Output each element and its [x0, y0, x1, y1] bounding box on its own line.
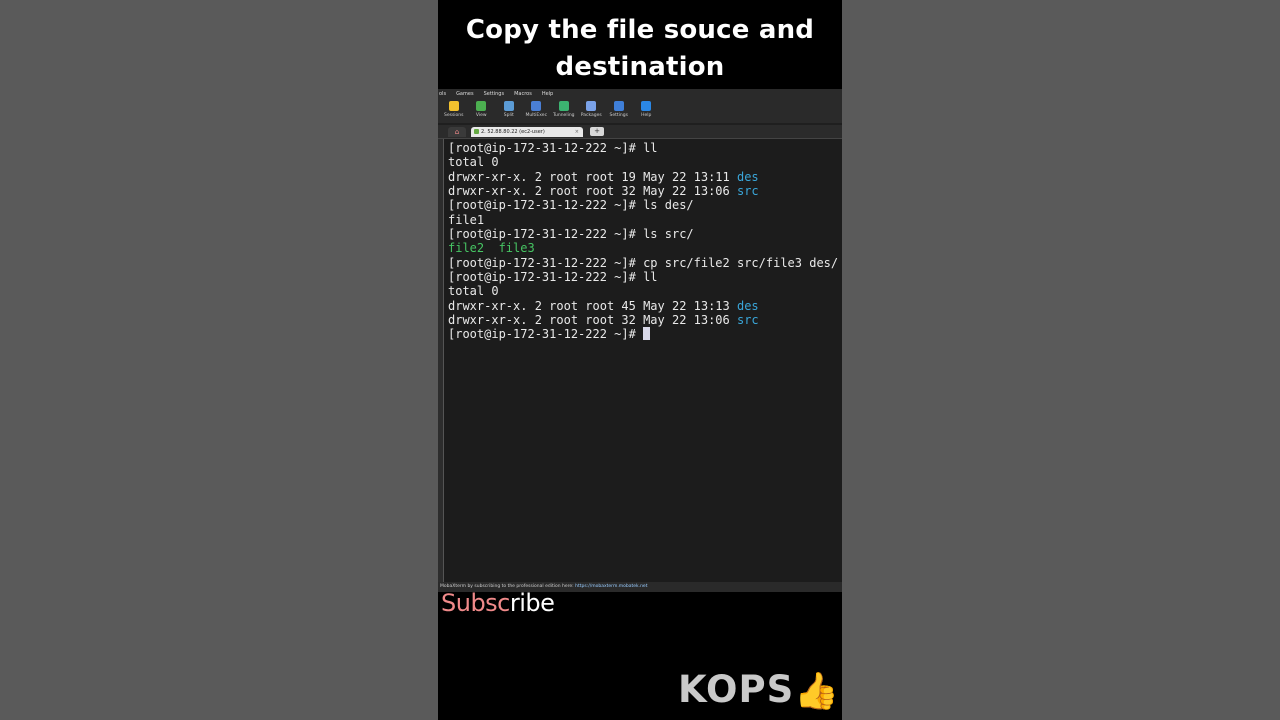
subscribe-overlay: Subscribe: [441, 589, 555, 617]
video-frame: Copy the file souce and destination ols G…: [438, 0, 842, 720]
toolbar-help-button[interactable]: Help: [633, 99, 661, 118]
terminal-text: [root@ip-172-31-12-222 ~]# ll: [448, 141, 658, 155]
toolbar: Sessions View Split MultiExec Tunneling Packa…: [438, 99, 842, 123]
fork-icon: [531, 101, 542, 111]
menu-item-ols[interactable]: ols: [438, 91, 447, 97]
new-tab-button[interactable]: +: [590, 127, 604, 136]
terminal-line: file2 file3: [448, 241, 838, 255]
terminal-text: drwxr-xr-x. 2 root root 32 May 22 13:06: [448, 313, 737, 328]
terminal-text: [root@ip-172-31-12-222 ~]# ll: [448, 270, 658, 285]
terminal-line: [root@ip-172-31-12-222 ~]# cp src/file2 …: [448, 256, 838, 270]
terminal-line: [root@ip-172-31-12-222 ~]# ls src/: [448, 227, 838, 241]
terminal-cursor: [643, 327, 651, 341]
toolbar-label: Help: [641, 113, 652, 118]
terminal-lines: [root@ip-172-31-12-222 ~]# ll total 0 drwx…: [448, 141, 838, 342]
terminal-text: [root@ip-172-31-12-222 ~]# ls des/: [448, 198, 694, 213]
terminal-line: total 0: [448, 155, 838, 169]
subscribe-rest: ribe: [509, 589, 555, 617]
status-link[interactable]: https://mobaxterm.mobatek.net: [575, 584, 647, 589]
help-icon: [641, 101, 652, 111]
terminal-line: [root@ip-172-31-12-222 ~]# ls des/: [448, 198, 838, 212]
terminal-text: drwxr-xr-x. 2 root root 32 May 22 13:06: [448, 184, 737, 199]
toolbar-label: MultiExec: [525, 113, 548, 118]
terminal-text: drwxr-xr-x. 2 root root 45 May 22 13:13: [448, 298, 737, 313]
toolbar-multiexec-button[interactable]: MultiExec: [523, 99, 551, 118]
brand-watermark: KOPS: [678, 668, 795, 711]
terminal-line: drwxr-xr-x. 2 root root 45 May 22 13:13 …: [448, 299, 838, 313]
terminal-line: drwxr-xr-x. 2 root root 32 May 22 13:06 …: [448, 184, 838, 198]
toolbar-settings-button[interactable]: Settings: [605, 99, 633, 118]
star-icon: [448, 101, 459, 111]
terminal-text: total 0: [448, 155, 499, 170]
terminal-blue-text: des: [736, 169, 759, 184]
toolbar-packages-button[interactable]: Packages: [578, 99, 606, 118]
terminal-output[interactable]: [root@ip-172-31-12-222 ~]# ll total 0 drwx…: [444, 139, 842, 582]
toolbar-label: Settings: [609, 113, 628, 118]
menu-bar: ols Games Settings Macros Help: [438, 89, 842, 99]
terminal-green-text: file2 file3: [448, 241, 535, 256]
close-icon[interactable]: ×: [575, 127, 579, 137]
mobaxterm-window: ols Games Settings Macros Help Sessions View S…: [438, 89, 842, 592]
right-blur-panel: [842, 0, 1280, 720]
terminal-blue-text: des: [736, 298, 759, 313]
toolbar-label: Sessions: [443, 113, 464, 118]
terminal-text: total 0: [448, 284, 499, 299]
terminal-blue-text: src: [736, 313, 759, 328]
toolbar-label: Packages: [580, 113, 602, 118]
home-tab[interactable]: ⌂: [448, 127, 466, 137]
toolbar-label: Tunneling: [552, 113, 575, 118]
toolbar-label: View: [475, 113, 487, 118]
terminal-text: [root@ip-172-31-12-222 ~]# ls src/: [448, 227, 694, 242]
left-blur-panel: [0, 0, 438, 720]
tab-session[interactable]: 2. 52.88.80.22 (ec2-user) ×: [471, 127, 583, 137]
terminal-blue-text: src: [736, 184, 759, 199]
menu-item-games[interactable]: Games: [455, 91, 475, 97]
terminal-line: drwxr-xr-x. 2 root root 32 May 22 13:06 …: [448, 313, 838, 327]
terminal-text: [root@ip-172-31-12-222 ~]# cp src/file2 …: [448, 255, 839, 270]
terminal-icon: [474, 129, 479, 134]
toolbar-label: Split: [503, 113, 514, 118]
terminal-line: total 0: [448, 284, 838, 298]
terminal-text: [root@ip-172-31-12-222 ~]#: [448, 327, 644, 342]
gears-icon: [613, 101, 624, 111]
tab-session-title: 2. 52.88.80.22 (ec2-user): [481, 129, 545, 135]
subscribe-highlight: Subsc: [441, 589, 510, 617]
tunnel-icon: [558, 101, 569, 111]
video-headline: Copy the file souce and destination: [465, 15, 815, 82]
thumbs-up-icon: 👍: [794, 671, 839, 712]
packages-icon: [586, 101, 597, 111]
terminal-text: file1: [448, 212, 485, 227]
menu-item-settings[interactable]: Settings: [483, 91, 506, 97]
menu-item-help[interactable]: Help: [541, 91, 554, 97]
terminal-text: drwxr-xr-x. 2 root root 19 May 22 13:11: [448, 169, 737, 184]
menu-item-macros[interactable]: Macros: [513, 91, 533, 97]
toolbar-sessions-button[interactable]: Sessions: [440, 99, 468, 118]
monitor-icon: [476, 101, 487, 111]
terminal-line: [root@ip-172-31-12-222 ~]# ll: [448, 270, 838, 284]
toolbar-tunneling-button[interactable]: Tunneling: [550, 99, 578, 118]
split-icon: [503, 101, 514, 111]
toolbar-view-button[interactable]: View: [468, 99, 496, 118]
terminal-line: drwxr-xr-x. 2 root root 19 May 22 13:11 …: [448, 170, 838, 184]
toolbar-split-button[interactable]: Split: [495, 99, 523, 118]
terminal-line: [root@ip-172-31-12-222 ~]#: [448, 327, 838, 341]
terminal-line: [root@ip-172-31-12-222 ~]# ll: [448, 141, 838, 155]
tab-bar: ⌂ 2. 52.88.80.22 (ec2-user) × +: [438, 125, 842, 139]
terminal-line: file1: [448, 213, 838, 227]
